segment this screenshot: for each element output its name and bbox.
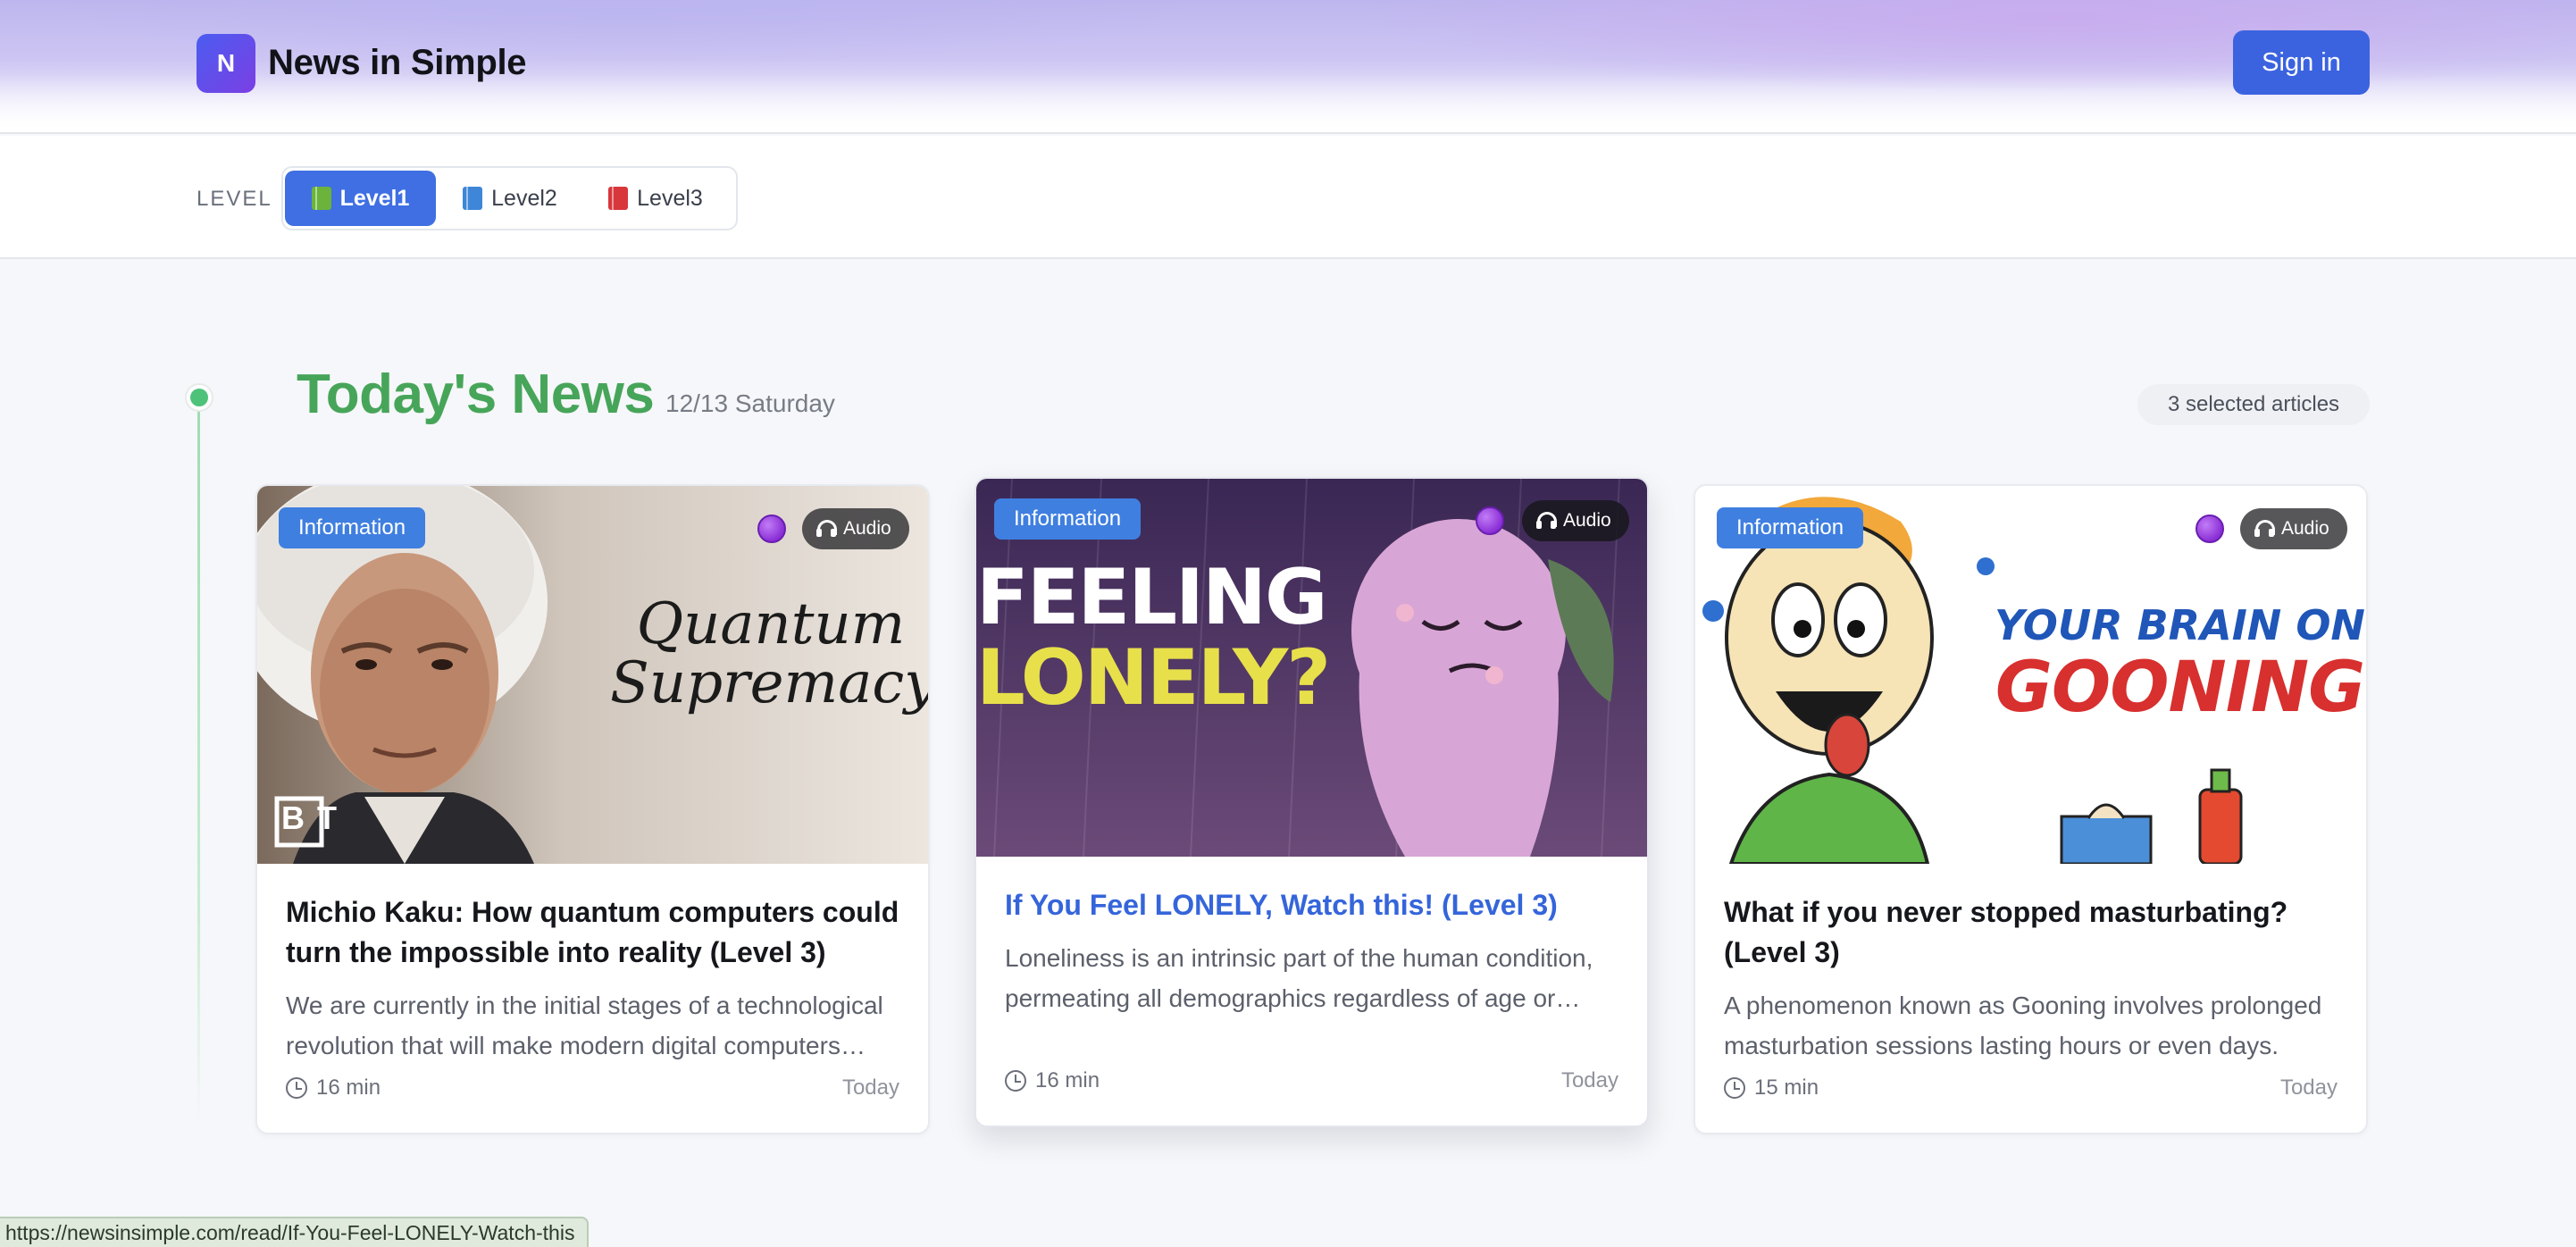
clock-icon bbox=[1005, 1070, 1026, 1092]
article-description: We are currently in the initial stages o… bbox=[286, 992, 883, 1059]
article-date: Today bbox=[1560, 1068, 1618, 1092]
blue-book-icon bbox=[463, 187, 483, 210]
category-badge: Information bbox=[1717, 507, 1864, 548]
selected-count-badge: 3 selected articles bbox=[2137, 384, 2370, 425]
headphones-icon bbox=[2254, 520, 2275, 538]
card-body: Michio Kaku: How quantum computers could… bbox=[286, 892, 902, 1066]
red-book-icon bbox=[608, 187, 629, 210]
section-title: Today's News bbox=[297, 364, 655, 425]
article-description: Loneliness is an intrinsic part of the h… bbox=[1005, 944, 1593, 1012]
green-book-icon bbox=[311, 187, 331, 210]
thumbnail-text: FEELING LONELY? bbox=[976, 553, 1331, 723]
duration: 15 min bbox=[1724, 1075, 1819, 1101]
audio-label: Audio bbox=[2281, 518, 2329, 539]
thumbnail-text: YOUR BRAIN ON GOONING bbox=[1990, 601, 2366, 728]
level-selector: Level1 Level2 Level3 bbox=[281, 166, 738, 230]
audio-label: Audio bbox=[843, 518, 891, 539]
level2-button[interactable]: Level2 bbox=[436, 171, 584, 226]
duration: 16 min bbox=[286, 1075, 381, 1101]
article-card[interactable]: BT Quantum Supremacy Information Audio M… bbox=[255, 484, 930, 1134]
category-badge: Information bbox=[279, 507, 426, 548]
purple-circle-icon bbox=[1476, 506, 1504, 535]
level-bar: LEVEL Level1 Level2 Level3 bbox=[0, 136, 2576, 259]
duration-label: 16 min bbox=[316, 1075, 381, 1100]
headphones-icon bbox=[816, 520, 837, 538]
duration-label: 16 min bbox=[1035, 1068, 1100, 1092]
thumbnail-text-line: LONELY? bbox=[976, 633, 1331, 723]
timeline-line bbox=[197, 411, 200, 1126]
audio-badge[interactable]: Audio bbox=[1522, 500, 1629, 541]
thumbnail-logo: BT bbox=[281, 799, 349, 836]
link-preview-url: https://newsinsimple.com/read/If-You-Fee… bbox=[0, 1217, 590, 1247]
brand-name[interactable]: News in Simple bbox=[268, 43, 527, 83]
category-badge: Information bbox=[994, 498, 1142, 540]
article-date: Today bbox=[2279, 1075, 2338, 1100]
article-title[interactable]: Michio Kaku: How quantum computers could… bbox=[286, 892, 902, 973]
article-title[interactable]: If You Feel LONELY, Watch this! (Level 3… bbox=[1005, 885, 1621, 925]
article-card[interactable]: YOUR BRAIN ON GOONING Information Audio … bbox=[1694, 484, 2368, 1134]
card-body: If You Feel LONELY, Watch this! (Level 3… bbox=[1005, 885, 1621, 1018]
article-thumbnail[interactable]: YOUR BRAIN ON GOONING Information Audio bbox=[1695, 486, 2366, 864]
level2-label: Level2 bbox=[491, 185, 557, 211]
purple-circle-icon bbox=[2195, 515, 2224, 543]
clock-icon bbox=[1724, 1077, 1745, 1099]
thumbnail-text-line: Supremacy bbox=[610, 650, 930, 716]
article-card[interactable]: FEELING LONELY? Information Audio If You… bbox=[974, 477, 1649, 1127]
level3-button[interactable]: Level3 bbox=[584, 171, 727, 226]
card-meta: 16 min Today bbox=[286, 1074, 899, 1102]
headphones-icon bbox=[1536, 512, 1557, 530]
audio-label: Audio bbox=[1563, 510, 1611, 531]
duration-label: 15 min bbox=[1754, 1075, 1819, 1100]
timeline-dot bbox=[185, 383, 213, 412]
thumbnail-text-line: YOUR BRAIN ON bbox=[1995, 601, 2365, 649]
level-label: LEVEL bbox=[197, 187, 272, 211]
audio-badge[interactable]: Audio bbox=[802, 508, 909, 549]
article-thumbnail[interactable]: FEELING LONELY? Information Audio bbox=[976, 479, 1647, 857]
article-thumbnail[interactable]: BT Quantum Supremacy Information Audio bbox=[257, 486, 930, 864]
site-header: N News in Simple Sign in bbox=[0, 0, 2576, 134]
level1-button[interactable]: Level1 bbox=[285, 171, 436, 226]
card-meta: 16 min Today bbox=[1005, 1067, 1618, 1095]
thumbnail-text-line: GOONING bbox=[1995, 648, 2365, 728]
thumbnail-text-line: FEELING bbox=[976, 553, 1328, 642]
logo-icon[interactable]: N bbox=[197, 34, 255, 93]
thumbnail-text-line: Quantum bbox=[636, 591, 906, 657]
level3-label: Level3 bbox=[637, 185, 703, 211]
level1-label: Level1 bbox=[339, 185, 410, 211]
clock-icon bbox=[286, 1077, 307, 1099]
card-meta: 15 min Today bbox=[1724, 1074, 2338, 1102]
article-title[interactable]: What if you never stopped masturbating? … bbox=[1724, 892, 2340, 973]
duration: 16 min bbox=[1005, 1068, 1100, 1093]
thumbnail-text: Quantum Supremacy bbox=[610, 591, 930, 716]
purple-circle-icon bbox=[757, 515, 786, 543]
article-date: Today bbox=[841, 1075, 899, 1100]
audio-badge[interactable]: Audio bbox=[2240, 508, 2347, 549]
article-description: A phenomenon known as Gooning involves p… bbox=[1724, 992, 2322, 1059]
sign-in-button[interactable]: Sign in bbox=[2233, 30, 2370, 95]
section-date: 12/13 Saturday bbox=[665, 389, 835, 417]
card-body: What if you never stopped masturbating? … bbox=[1724, 892, 2340, 1066]
